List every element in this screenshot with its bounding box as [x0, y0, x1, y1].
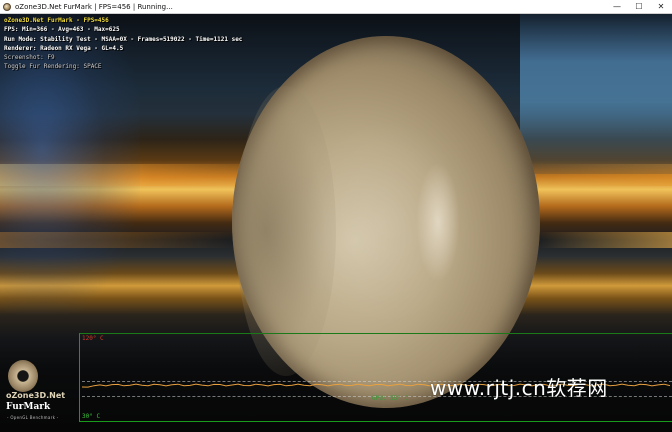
window-controls: — ☐ ✕ — [606, 0, 672, 14]
close-button[interactable]: ✕ — [650, 0, 672, 14]
logo-product-text: FurMark — [6, 402, 51, 412]
osd-fps-line: oZone3D.Net FurMark - FPS=456 — [4, 17, 109, 24]
osd-run-mode-line: Run Mode: Stability Test - MSAA=0X - Fra… — [4, 35, 243, 43]
logo-brand-text: oZone3D.Net — [6, 391, 66, 400]
furmark-logo-donut-icon — [8, 360, 38, 392]
window-title-bar: oZone3D.Net FurMark | FPS=456 | Running.… — [0, 0, 672, 14]
window-title: oZone3D.Net FurMark | FPS=456 | Running.… — [15, 2, 173, 11]
furmark-logo: oZone3D.Net FurMark - OpenGL Benchmark - — [2, 360, 72, 424]
graph-min-temp-label: 30° C — [82, 413, 101, 420]
osd-stats-line: FPS: Min=366 - Avg=463 - Max=625 — [4, 26, 120, 34]
site-watermark: www.rjtj.cn软荐网 — [430, 376, 608, 400]
minimize-button[interactable]: — — [606, 0, 628, 14]
osd-renderer-line: Renderer: Radeon RX Vega - GL=4.5 — [4, 44, 124, 52]
osd-stats-panel: oZone3D.Net FurMark - FPS=456 FPS: Min=3… — [4, 16, 242, 72]
furmark-app-icon — [3, 2, 11, 11]
fur-donut-highlight — [416, 162, 460, 282]
osd-toggle-fur-hint: Toggle Fur Rendering: SPACE — [4, 63, 102, 71]
background-blur-sky — [520, 14, 672, 174]
maximize-button[interactable]: ☐ — [628, 0, 650, 14]
logo-tagline-text: - OpenGL Benchmark - — [7, 415, 59, 420]
osd-screenshot-hint: Screenshot: F9 — [4, 54, 55, 62]
graph-current-temp-label: GPU: 55° C — [372, 395, 409, 402]
